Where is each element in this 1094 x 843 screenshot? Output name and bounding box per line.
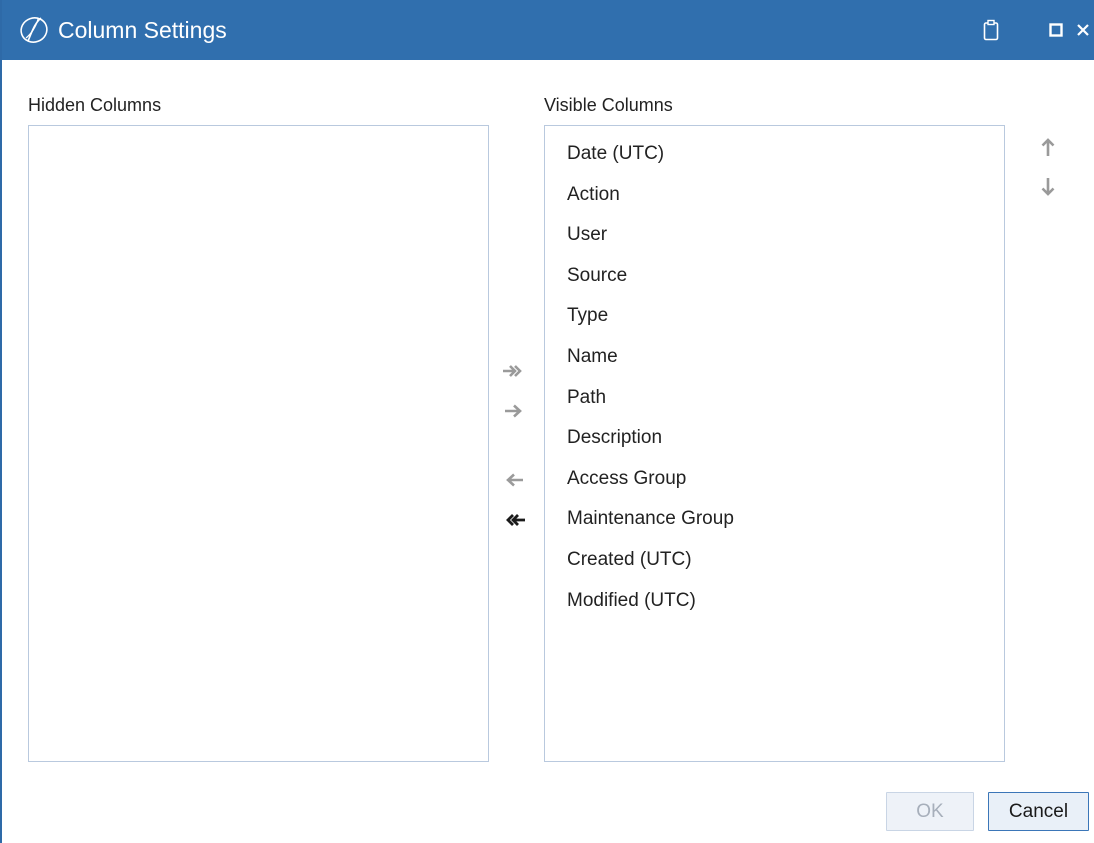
- list-item[interactable]: Type: [545, 296, 1004, 337]
- hidden-columns-list[interactable]: [28, 125, 489, 762]
- app-logo-icon: [20, 17, 48, 43]
- column-settings-dialog: Column Settings Hidden Columns Visible C…: [0, 0, 1094, 843]
- arrow-right-icon: [505, 404, 522, 418]
- clipboard-button[interactable]: [975, 14, 1007, 46]
- list-item[interactable]: User: [545, 215, 1004, 256]
- close-icon: [1077, 24, 1089, 36]
- hidden-columns-label: Hidden Columns: [28, 95, 162, 115]
- dialog-title: Column Settings: [58, 17, 227, 43]
- move-down-button[interactable]: [1038, 174, 1058, 200]
- list-item[interactable]: Modified (UTC): [545, 581, 1004, 622]
- list-item[interactable]: Created (UTC): [545, 540, 1004, 581]
- double-arrow-right-icon: [503, 365, 522, 377]
- list-item[interactable]: Maintenance Group: [545, 499, 1004, 540]
- add-column-button[interactable]: [500, 400, 528, 422]
- remove-all-columns-button[interactable]: [500, 509, 528, 531]
- title-bar[interactable]: Column Settings: [2, 0, 1094, 60]
- hidden-columns-items: [29, 126, 488, 134]
- arrow-left-icon: [506, 473, 523, 487]
- list-item[interactable]: Action: [545, 175, 1004, 216]
- double-arrow-left-icon: [506, 514, 525, 526]
- arrow-up-icon: [1041, 138, 1055, 156]
- maximize-icon: [1049, 23, 1063, 37]
- add-all-columns-button[interactable]: [500, 360, 528, 382]
- remove-column-button[interactable]: [500, 469, 528, 491]
- ok-button[interactable]: OK: [886, 792, 974, 831]
- list-item[interactable]: Name: [545, 337, 1004, 378]
- list-item[interactable]: Access Group: [545, 459, 1004, 500]
- clipboard-icon: [983, 19, 999, 41]
- visible-columns-items: Date (UTC) Action User Source Type Name Path De…: [545, 126, 1004, 621]
- maximize-button[interactable]: [1040, 14, 1072, 46]
- visible-columns-list[interactable]: Date (UTC) Action User Source Type Name Path De…: [544, 125, 1005, 762]
- list-item[interactable]: Description: [545, 418, 1004, 459]
- close-button[interactable]: [1070, 14, 1094, 46]
- list-item[interactable]: Source: [545, 256, 1004, 297]
- list-item[interactable]: Path: [545, 378, 1004, 419]
- cancel-button[interactable]: Cancel: [988, 792, 1089, 831]
- arrow-down-icon: [1041, 178, 1055, 196]
- visible-columns-label: Visible Columns: [544, 95, 673, 115]
- list-item[interactable]: Date (UTC): [545, 134, 1004, 175]
- move-up-button[interactable]: [1038, 134, 1058, 160]
